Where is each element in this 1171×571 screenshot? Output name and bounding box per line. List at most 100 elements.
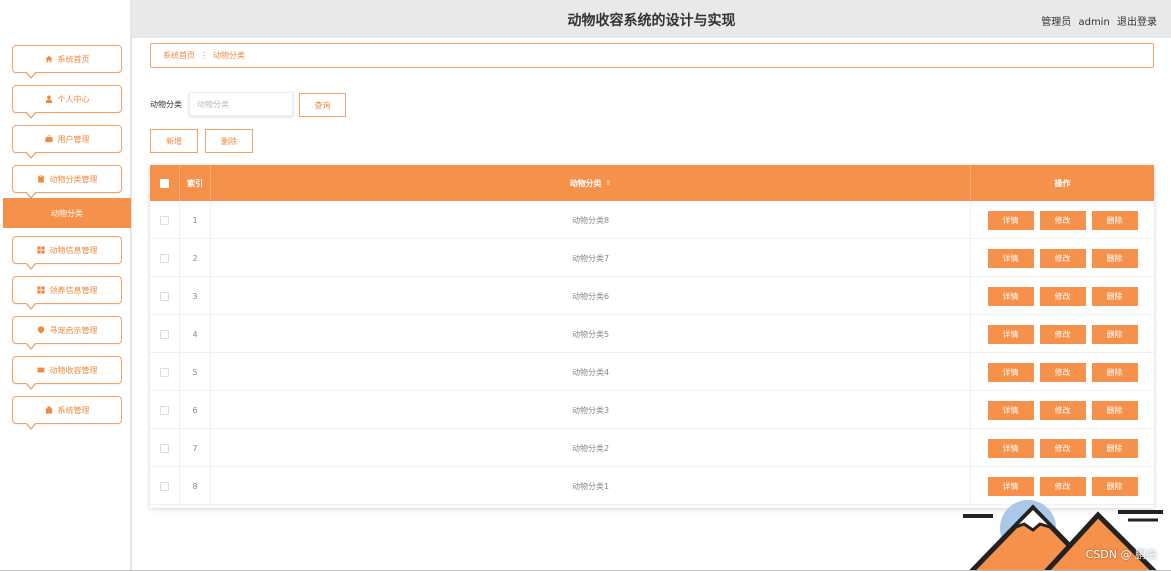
row-actions: 详情 修改 删除 bbox=[971, 239, 1154, 277]
detail-button[interactable]: 详情 bbox=[987, 438, 1034, 458]
delete-button[interactable]: 删除 bbox=[1091, 286, 1138, 306]
sidebar-subitem-category[interactable]: 动物分类 bbox=[3, 198, 131, 228]
add-button[interactable]: 新增 bbox=[150, 129, 198, 153]
search-button[interactable]: 查询 bbox=[299, 93, 346, 117]
row-checkbox-cell bbox=[150, 201, 180, 239]
grid-icon bbox=[36, 246, 45, 254]
sidebar-item-label: 动物分类管理 bbox=[49, 174, 98, 184]
edit-button[interactable]: 修改 bbox=[1039, 248, 1086, 268]
row-checkbox[interactable] bbox=[160, 367, 169, 377]
column-header-category[interactable]: 动物分类 ⇕ bbox=[211, 165, 971, 201]
sidebar-item-animal-info[interactable]: 动物信息管理 bbox=[12, 236, 122, 270]
breadcrumb-home[interactable]: 系统首页 bbox=[163, 50, 195, 61]
row-category: 动物分类6 bbox=[211, 277, 971, 315]
row-actions: 详情 修改 删除 bbox=[971, 429, 1154, 467]
row-actions: 详情 修改 删除 bbox=[971, 315, 1154, 353]
row-checkbox[interactable] bbox=[160, 481, 169, 491]
breadcrumb: 系统首页 ⋮ 动物分类 bbox=[150, 43, 1154, 68]
row-checkbox-cell bbox=[150, 353, 180, 391]
row-checkbox[interactable] bbox=[160, 253, 169, 263]
sidebar-item-lost-pet[interactable]: 寻宠启示管理 bbox=[12, 316, 122, 350]
header-checkbox-cell bbox=[150, 165, 180, 201]
row-checkbox-cell bbox=[150, 315, 180, 353]
sidebar-item-category-management[interactable]: 动物分类管理 bbox=[12, 165, 122, 199]
table-row: 3 动物分类6 详情 修改 删除 bbox=[150, 277, 1154, 315]
sidebar-item-shelter[interactable]: 动物收容管理 bbox=[12, 356, 122, 390]
sidebar-item-label: 动物信息管理 bbox=[49, 245, 98, 255]
delete-button[interactable]: 删除 bbox=[1091, 362, 1138, 382]
row-index: 7 bbox=[180, 429, 211, 467]
sidebar-item-users[interactable]: 用户管理 bbox=[12, 125, 122, 159]
delete-button[interactable]: 删除 bbox=[1091, 210, 1138, 230]
user-role: 管理员 bbox=[1041, 17, 1072, 28]
row-category: 动物分类8 bbox=[211, 201, 971, 239]
sidebar-item-label: 系统管理 bbox=[57, 405, 90, 415]
detail-button[interactable]: 详情 bbox=[987, 400, 1034, 420]
row-checkbox[interactable] bbox=[160, 215, 169, 225]
edit-button[interactable]: 修改 bbox=[1039, 324, 1086, 344]
table-row: 1 动物分类8 详情 修改 删除 bbox=[150, 201, 1154, 239]
row-index: 5 bbox=[180, 353, 211, 391]
column-header-actions: 操作 bbox=[1054, 178, 1071, 188]
row-index: 6 bbox=[180, 391, 211, 429]
user-icon bbox=[45, 95, 52, 103]
clipboard-icon bbox=[37, 175, 44, 183]
sidebar: 系统首页 个人中心 用户管理 动物分类管理 动物分类 动物信息管理 领养信息管理… bbox=[0, 0, 132, 571]
sidebar-item-adoption[interactable]: 领养信息管理 bbox=[12, 276, 122, 310]
row-checkbox[interactable] bbox=[160, 291, 169, 301]
data-table: 索引 动物分类 ⇕ 操作 1 动物分类8 详情 修改 删除 2 动物分类7 详情 修改 删除 3 动物… bbox=[150, 165, 1154, 508]
box-icon bbox=[45, 406, 52, 414]
edit-button[interactable]: 修改 bbox=[1039, 400, 1086, 420]
sort-icon[interactable]: ⇕ bbox=[606, 179, 612, 187]
table-row: 2 动物分类7 详情 修改 删除 bbox=[150, 239, 1154, 277]
detail-button[interactable]: 详情 bbox=[987, 362, 1034, 382]
column-header-category-label: 动物分类 bbox=[569, 178, 602, 188]
table-row: 6 动物分类3 详情 修改 删除 bbox=[150, 391, 1154, 429]
row-index: 3 bbox=[180, 277, 211, 315]
delete-button[interactable]: 删除 bbox=[1091, 248, 1138, 268]
table-row: 7 动物分类2 详情 修改 删除 bbox=[150, 429, 1154, 467]
delete-button[interactable]: 删除 bbox=[1091, 438, 1138, 458]
briefcase-icon bbox=[44, 135, 53, 143]
edit-button[interactable]: 修改 bbox=[1039, 438, 1086, 458]
row-checkbox-cell bbox=[150, 429, 180, 467]
row-checkbox[interactable] bbox=[160, 329, 169, 339]
row-category: 动物分类7 bbox=[211, 239, 971, 277]
row-checkbox-cell bbox=[150, 391, 180, 429]
sidebar-item-label: 用户管理 bbox=[57, 134, 90, 144]
sidebar-item-label: 个人中心 bbox=[57, 94, 90, 104]
ticket-icon bbox=[36, 367, 45, 373]
sidebar-item-label: 动物收容管理 bbox=[49, 365, 98, 375]
edit-button[interactable]: 修改 bbox=[1039, 210, 1086, 230]
edit-button[interactable]: 修改 bbox=[1039, 286, 1086, 306]
decorative-illustration: CSDN @ 鹏白 bbox=[958, 480, 1171, 571]
detail-button[interactable]: 详情 bbox=[987, 324, 1034, 344]
sidebar-item-home[interactable]: 系统首页 bbox=[12, 45, 122, 79]
edit-button[interactable]: 修改 bbox=[1039, 362, 1086, 382]
row-checkbox-cell bbox=[150, 239, 180, 277]
detail-button[interactable]: 详情 bbox=[987, 210, 1034, 230]
delete-button[interactable]: 删除 bbox=[1091, 324, 1138, 344]
detail-button[interactable]: 详情 bbox=[987, 248, 1034, 268]
sidebar-item-profile[interactable]: 个人中心 bbox=[12, 85, 122, 119]
detail-button[interactable]: 详情 bbox=[987, 286, 1034, 306]
top-header: 动物收容系统的设计与实现 管理员 admin 退出登录 bbox=[132, 0, 1171, 38]
logout-link[interactable]: 退出登录 bbox=[1117, 17, 1157, 28]
username: admin bbox=[1078, 17, 1110, 28]
row-category: 动物分类3 bbox=[211, 391, 971, 429]
row-actions: 详情 修改 删除 bbox=[971, 277, 1154, 315]
row-actions: 详情 修改 删除 bbox=[971, 201, 1154, 239]
sidebar-item-system[interactable]: 系统管理 bbox=[12, 396, 122, 430]
row-checkbox[interactable] bbox=[160, 405, 169, 415]
table-header: 索引 动物分类 ⇕ 操作 bbox=[150, 165, 1154, 201]
delete-button[interactable]: 删除 bbox=[1091, 400, 1138, 420]
column-header-index: 索引 bbox=[180, 165, 211, 201]
select-all-checkbox[interactable] bbox=[160, 178, 169, 188]
batch-delete-button[interactable]: 删除 bbox=[205, 129, 253, 153]
sidebar-item-label: 寻宠启示管理 bbox=[49, 325, 98, 335]
home-icon bbox=[44, 55, 53, 63]
search-input[interactable] bbox=[189, 92, 293, 116]
sidebar-item-label: 系统首页 bbox=[57, 54, 90, 64]
sidebar-item-label: 领养信息管理 bbox=[49, 285, 98, 295]
row-checkbox[interactable] bbox=[160, 443, 169, 453]
